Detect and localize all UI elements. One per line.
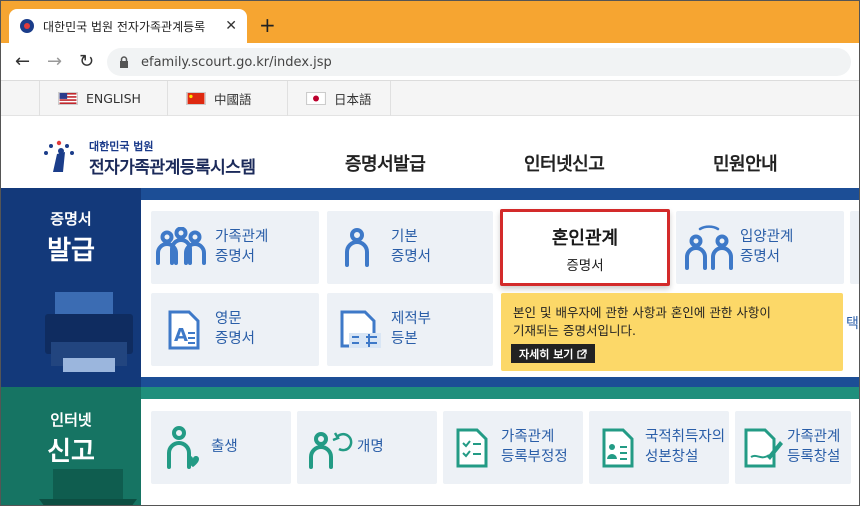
logo-subtitle: 대한민국 법원 [89,140,154,153]
card-line1: 개명 [357,439,384,455]
partial-card-label: 택 [846,316,859,332]
lang-label: ENGLISH [86,91,141,106]
cn-flag-icon [186,92,206,105]
tab-bar: 대한민국 법원 전자가족관계등록 ✕ + [1,1,859,43]
address-bar: ← → ↻ efamily.scourt.go.kr/index.jsp [1,43,859,81]
card-line2: 증명서 [215,249,256,265]
card-registration-create-report[interactable]: 가족관계 등록창설 [735,411,851,484]
svg-text:A: A [174,325,188,346]
card-line2: 성본창설 [645,449,699,465]
card-partial[interactable] [850,211,859,284]
card-line1: 가족관계 [501,429,555,445]
lang-label: 中國語 [214,92,252,107]
report-side-main: 신고 [47,437,95,467]
card-line2: 증명서 [740,249,781,265]
lang-label: 日本語 [334,92,372,107]
tooltip-line2: 기재되는 증명서입니다. [513,323,636,338]
report-side-panel: 인터넷 신고 [1,387,141,505]
card-line1: 제적부 [391,311,432,327]
card-line1: 영문 [215,311,242,327]
court-favicon-icon [20,19,34,33]
site-header: 대한민국 법원 전자가족관계등록시스템 증명서발급 인터넷신고 민원안내 [1,116,859,188]
registration-create-icon [744,428,783,468]
card-line1: 입양관계 [740,229,794,245]
browser-tab[interactable]: 대한민국 법원 전자가족관계등록 ✕ [9,9,247,43]
english-doc-icon: A [168,310,200,350]
reload-icon[interactable]: ↻ [79,51,94,72]
menu-internet-report[interactable]: 인터넷신고 [524,150,605,176]
card-line2: 등록부정정 [501,449,568,465]
close-tab-icon[interactable]: ✕ [225,18,237,34]
card-family-cert[interactable]: 가족관계 증명서 [151,211,319,284]
cert-side-panel: 증명서 발급 [1,188,141,387]
card-removed-register[interactable]: 제적부 등본 [327,293,493,366]
card-correction-report[interactable]: 가족관계 등록부정정 [443,411,583,484]
menu-civil-guide[interactable]: 민원안내 [713,150,778,176]
lang-japanese[interactable]: 日本語 [287,81,391,116]
laptop-icon [39,469,137,505]
external-link-icon [577,348,588,359]
tab-title: 대한민국 법원 전자가족관계등록 [43,19,206,34]
menu-cert-issue[interactable]: 증명서발급 [345,150,426,176]
printer-icon [45,292,133,372]
card-naturalization-report[interactable]: 국적취득자의 성본창설 [589,411,729,484]
card-adoption-cert[interactable]: 입양관계 증명서 [676,211,844,284]
card-line1: 국적취득자의 [645,429,726,445]
lock-icon[interactable] [119,56,129,68]
cert-side-main: 발급 [47,236,95,266]
card-line1: 출생 [211,439,238,455]
naturalization-icon [602,428,634,468]
logo-title[interactable]: 전자가족관계등록시스템 [89,153,256,178]
lang-english[interactable]: ENGLISH [39,81,159,116]
card-line2: 증명서 [391,249,432,265]
card-line1: 가족관계 [787,429,841,445]
browser-window: 대한민국 법원 전자가족관계등록 ✕ + ← → ↻ efamily.scour… [0,0,860,506]
card-english-cert[interactable]: A 영문 증명서 [151,293,319,366]
url-text: efamily.scourt.go.kr/index.jsp [141,54,332,70]
jp-flag-icon [306,92,326,105]
removed-register-icon [340,310,381,348]
url-field[interactable]: efamily.scourt.go.kr/index.jsp [107,48,851,76]
forward-icon[interactable]: → [47,51,62,72]
card-line1: 기본 [391,229,418,245]
lang-chinese[interactable]: 中國語 [167,81,270,116]
tooltip-line1: 본인 및 배우자에 관한 사항과 혼인에 관한 사항이 [513,305,771,320]
card-line1: 가족관계 [215,229,269,245]
cert-side-sub: 증명서 [50,210,92,228]
card-line2: 등본 [391,331,418,347]
card-rename-report[interactable]: 개명 [297,411,437,484]
card-line1: 혼인관계 [551,228,619,249]
language-bar: ENGLISH 中國語 日本語 [1,81,859,116]
card-basic-cert[interactable]: 기본 증명서 [327,211,493,284]
rename-icon [309,432,353,469]
more-details-label: 자세히 보기 [519,347,574,361]
family-icon [156,227,206,265]
birth-icon [167,426,199,469]
report-side-sub: 인터넷 [50,411,92,429]
marriage-cert-tooltip: 본인 및 배우자에 관한 사항과 혼인에 관한 사항이 기재되는 증명서입니다.… [501,293,843,371]
card-line2: 등록창설 [787,449,841,465]
adoption-icon [685,225,733,270]
new-tab-button[interactable]: + [259,13,276,37]
more-details-button[interactable]: 자세히 보기 [511,344,596,363]
card-marriage-cert[interactable]: 혼인관계 증명서 [500,209,670,286]
card-line2: 증명서 [215,331,256,347]
back-icon[interactable]: ← [15,51,30,72]
card-line2: 증명서 [566,258,604,274]
court-logo-icon[interactable] [39,134,79,174]
card-birth-report[interactable]: 출생 [151,411,291,484]
person-icon [345,228,369,267]
us-flag-icon [58,92,78,105]
correction-icon [456,428,488,468]
